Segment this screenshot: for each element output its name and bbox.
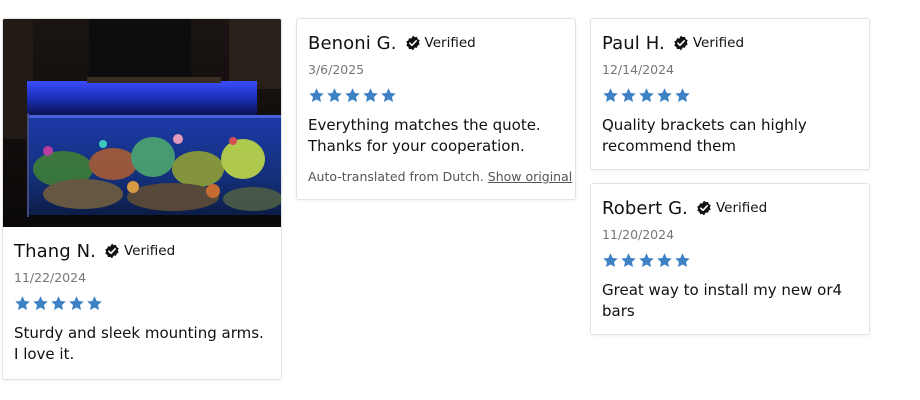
verified-badge-icon [405,35,421,51]
review-text: Everything matches the quote. Thanks for… [308,116,541,155]
reviews-grid: Thang N. Verified 11/22/2024 Sturdy and … [0,0,920,400]
review-text: Great way to install my new or4 bars [602,281,843,320]
review-text: Quality brackets can highly recommend th… [602,116,807,155]
verified-badge-icon [673,35,689,51]
review-date: 12/14/2024 [602,62,675,77]
star-icon [620,252,637,269]
star-icon [674,252,691,269]
reviewer-name: Benoni G. [308,32,397,54]
review-card-robert: Robert G. Verified 11/20/2024 Great way … [590,183,870,335]
star-icon [308,87,325,104]
verified-label: Verified [123,243,176,259]
star-icon [326,87,343,104]
star-rating [308,87,564,105]
verified-label: Verified [715,200,768,216]
review-header: Thang N. Verified [14,239,270,263]
verified-label: Verified [692,35,745,51]
review-date: 11/20/2024 [602,227,675,242]
review-card-paul: Paul H. Verified 12/14/2024 Quality brac… [590,18,870,170]
star-icon [86,295,103,312]
review-header: Robert G. Verified [602,196,858,220]
translation-note-text: Auto-translated from Dutch. [308,169,484,184]
review-header: Benoni G. Verified [308,31,564,55]
star-icon [620,87,637,104]
star-icon [50,295,67,312]
verified-badge-icon [696,200,712,216]
reviewer-name: Thang N. [14,240,96,262]
star-icon [602,87,619,104]
star-icon [674,87,691,104]
aquarium-photo-icon [3,19,281,227]
star-icon [14,295,31,312]
review-date: 11/22/2024 [14,270,87,285]
verified-label: Verified [424,35,476,51]
reviewer-name: Robert G. [602,197,688,219]
star-rating [14,295,270,313]
star-icon [656,87,673,104]
star-icon [380,87,397,104]
review-card-thang: Thang N. Verified 11/22/2024 Sturdy and … [2,18,282,380]
review-header: Paul H. Verified [602,31,858,55]
translation-note: Auto-translated from Dutch. Show origina… [308,169,572,184]
star-icon [362,87,379,104]
star-icon [638,252,655,269]
star-icon [344,87,361,104]
review-date: 3/6/2025 [308,62,365,77]
review-photo[interactable] [3,19,281,227]
verified-badge-icon [104,243,120,259]
star-icon [68,295,85,312]
star-rating [602,252,858,270]
reviewer-name: Paul H. [602,32,665,54]
review-text: Sturdy and sleek mounting arms. I love i… [14,324,264,363]
star-icon [638,87,655,104]
star-icon [656,252,673,269]
star-icon [32,295,49,312]
show-original-link[interactable]: Show original [488,169,572,184]
star-icon [602,252,619,269]
star-rating [602,87,858,105]
review-card-benoni: Benoni G. Verified 3/6/2025 Everything m… [296,18,576,200]
